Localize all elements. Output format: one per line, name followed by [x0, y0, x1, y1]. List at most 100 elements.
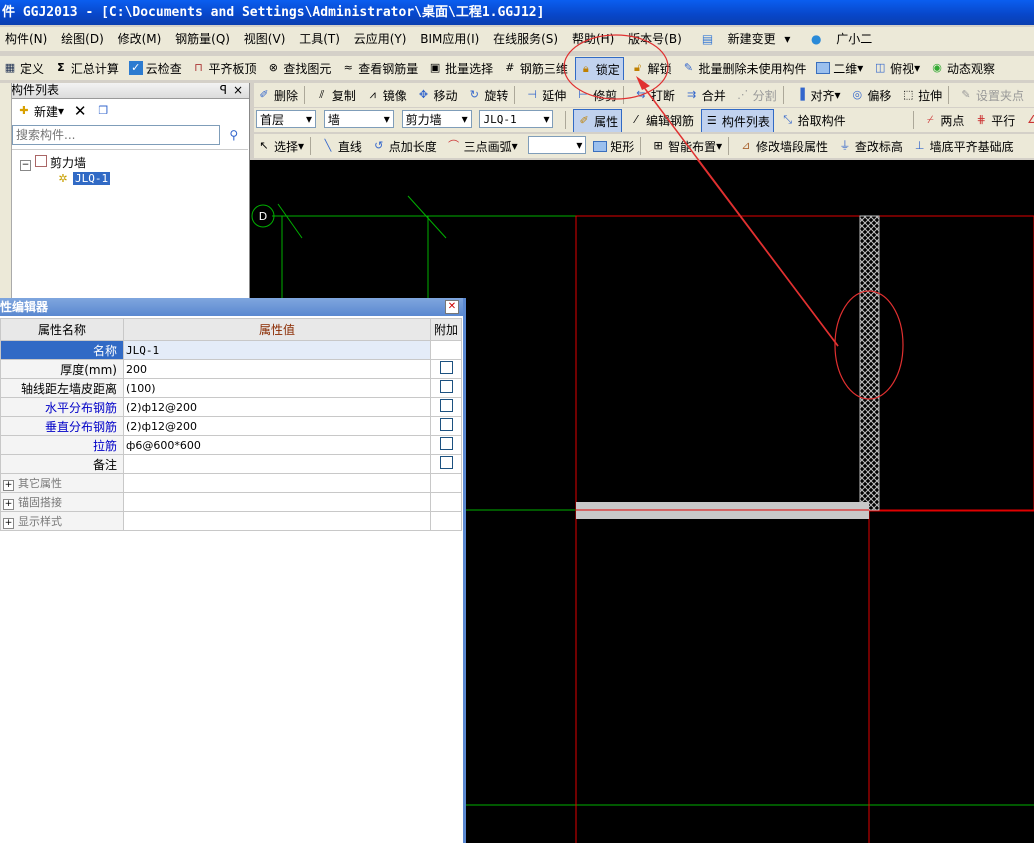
close-icon[interactable]: × — [233, 83, 243, 98]
group-other-properties[interactable]: + 其它属性 — [0, 473, 124, 493]
2d-view-dropdown[interactable]: 二维 ▾ — [813, 57, 866, 79]
extra-checkbox[interactable] — [439, 418, 453, 431]
rebar-3d-button[interactable]: # 钢筋三维 — [500, 57, 571, 79]
two-point-button[interactable]: ⌿ 两点 — [920, 109, 967, 131]
table-row[interactable]: 备注 — [0, 454, 462, 474]
batch-select-button[interactable]: ▣ 批量选择 — [425, 57, 496, 79]
edit-rebar-button[interactable]: ⁄ 编辑钢筋 — [626, 109, 697, 131]
copy-button[interactable]: ⫽ 复制 — [312, 84, 359, 106]
dynamic-view-button[interactable]: ◉ 动态观察 — [927, 57, 998, 79]
point-angle-button[interactable]: ∠点 — [1022, 109, 1034, 131]
row-tie-rebar-value[interactable]: ф6@600*600 — [123, 435, 431, 455]
top-view-dropdown[interactable]: ◫ 俯视 ▾ — [870, 57, 923, 79]
mirror-button[interactable]: ⩘ 镜像 — [363, 84, 410, 106]
component-select[interactable]: JLQ-1 ▾ — [479, 110, 554, 128]
type-select[interactable]: 墙 ▾ — [323, 110, 394, 128]
define-button[interactable]: ▦ 定义 — [0, 57, 47, 79]
search-icon[interactable]: ⚲ — [224, 125, 244, 145]
extra-checkbox[interactable] — [439, 361, 453, 374]
menu-modify[interactable]: 修改(M) — [113, 27, 167, 51]
table-row[interactable]: + 其它属性 — [0, 473, 462, 493]
menu-component[interactable]: 构件(N) — [0, 27, 52, 51]
align-slab-top-button[interactable]: ⊓ 平齐板顶 — [189, 57, 260, 79]
menu-online[interactable]: 在线服务(S) — [488, 27, 563, 51]
delete-button[interactable]: ✐ 删除 — [254, 84, 301, 106]
property-button[interactable]: ✐ 属性 — [573, 109, 623, 132]
subtype-select[interactable]: 剪力墙 ▾ — [401, 110, 472, 128]
offset-button[interactable]: ◎ 偏移 — [847, 84, 894, 106]
expand-icon[interactable]: + — [3, 480, 14, 491]
extra-checkbox[interactable] — [439, 399, 453, 412]
find-element-button[interactable]: ⊗ 查找图元 — [263, 57, 334, 79]
row-remark-value[interactable] — [123, 454, 431, 474]
table-row[interactable]: 拉筋 ф6@600*600 — [0, 435, 462, 455]
expand-icon[interactable]: + — [3, 518, 14, 529]
arc-option-select[interactable]: ▾ — [528, 136, 587, 154]
delete-component-button[interactable]: ✕ — [71, 100, 90, 122]
menu-draw[interactable]: 绘图(D) — [56, 27, 109, 51]
rectangle-button[interactable]: 矩形 — [590, 135, 637, 157]
summary-calc-button[interactable]: Σ 汇总计算 — [51, 57, 122, 79]
smart-layout-button[interactable]: ⊞ 智能布置 ▾ — [648, 135, 725, 157]
row-name-value[interactable]: JLQ-1 — [123, 340, 431, 360]
row-axis-offset-value[interactable]: (100) — [123, 378, 431, 398]
wall-bottom-align-button[interactable]: ⊥ 墙底平齐基础底 — [910, 135, 1017, 157]
lock-button[interactable]: 🔒︎ 锁定 — [574, 57, 624, 80]
align-button[interactable]: ▐ 对齐 ▾ — [790, 84, 843, 106]
row-horizontal-rebar-value[interactable]: (2)ф12@200 — [123, 397, 431, 417]
table-row[interactable]: 轴线距左墙皮距离 (100) — [0, 378, 462, 398]
check-elevation-button[interactable]: ⏚ 查改标高 — [835, 135, 906, 157]
unlock-button[interactable]: 🔓︎ 解锁 — [628, 57, 675, 79]
modify-wall-segment-button[interactable]: ⊿ 修改墙段属性 — [736, 135, 831, 157]
table-row[interactable]: + 显示样式 — [0, 511, 462, 531]
collapse-icon[interactable]: − — [20, 160, 31, 171]
menu-help[interactable]: 帮助(H) — [567, 27, 619, 51]
select-button[interactable]: ↖ 选择 ▾ — [254, 135, 307, 157]
group-display-style[interactable]: + 显示样式 — [0, 511, 124, 531]
menu-assistant[interactable]: ● 广小二 — [799, 27, 882, 51]
table-row[interactable]: 名称 JLQ-1 — [0, 340, 462, 360]
merge-button[interactable]: ⇉ 合并 — [682, 84, 729, 106]
extra-checkbox[interactable] — [439, 380, 453, 393]
row-thickness-value[interactable]: 200 — [123, 359, 431, 379]
table-row[interactable]: 垂直分布钢筋 (2)ф12@200 — [0, 416, 462, 436]
menu-version[interactable]: 版本号(B) — [623, 27, 687, 51]
expand-icon[interactable]: + — [3, 499, 14, 510]
extend-button[interactable]: ⊣ 延伸 — [522, 84, 569, 106]
three-point-arc-button[interactable]: ⌒ 三点画弧 ▾ — [444, 135, 521, 157]
extra-checkbox[interactable] — [439, 437, 453, 450]
pin-icon[interactable]: ꟼ — [220, 83, 227, 98]
copy-component-button[interactable]: ❐ — [93, 100, 116, 122]
table-row[interactable]: 厚度(mm) 200 — [0, 359, 462, 379]
set-grip-button[interactable]: ✎ 设置夹点 — [956, 84, 1027, 106]
batch-delete-unused-button[interactable]: ✎ 批量删除未使用构件 — [678, 57, 809, 79]
property-editor-close-icon[interactable]: ✕ — [445, 300, 459, 314]
break-button[interactable]: ⇆ 打断 — [631, 84, 678, 106]
tree-root[interactable]: − 剪力墙 — [20, 154, 86, 171]
trim-button[interactable]: ⊢ 修剪 — [573, 84, 620, 106]
new-component-button[interactable]: ✚ 新建 ▾ — [14, 100, 67, 122]
line-button[interactable]: ╲ 直线 — [318, 135, 365, 157]
menu-new-change[interactable]: ▤ 新建变更 ▾ — [691, 27, 796, 51]
menu-bim[interactable]: BIM应用(I) — [415, 27, 484, 51]
table-row[interactable]: 水平分布钢筋 (2)ф12@200 — [0, 397, 462, 417]
pick-component-button[interactable]: ⤡ 拾取构件 — [778, 109, 849, 131]
group-anchorage-lap[interactable]: + 锚固搭接 — [0, 492, 124, 512]
split-button[interactable]: ⋰ 分割 — [733, 84, 780, 106]
menu-cloud[interactable]: 云应用(Y) — [349, 27, 412, 51]
view-rebar-button[interactable]: ≈ 查看钢筋量 — [338, 57, 421, 79]
point-length-button[interactable]: ↺ 点加长度 — [369, 135, 440, 157]
row-vertical-rebar-value[interactable]: (2)ф12@200 — [123, 416, 431, 436]
table-row[interactable]: + 锚固搭接 — [0, 492, 462, 512]
menu-tools[interactable]: 工具(T) — [294, 27, 345, 51]
floor-select[interactable]: 首层 ▾ — [256, 110, 316, 128]
stretch-button[interactable]: ⬚ 拉伸 — [898, 84, 945, 106]
menu-view[interactable]: 视图(V) — [239, 27, 291, 51]
menu-rebar-quantity[interactable]: 钢筋量(Q) — [170, 27, 235, 51]
component-list-button[interactable]: ☰ 构件列表 — [700, 109, 774, 132]
rotate-button[interactable]: ↻ 旋转 — [464, 84, 511, 106]
search-input[interactable] — [12, 125, 220, 145]
parallel-button[interactable]: ⋕ 平行 — [971, 109, 1018, 131]
tree-item-jlq1[interactable]: ✲ JLQ-1 — [56, 171, 111, 186]
cloud-check-button[interactable]: ✓ 云检查 — [126, 57, 185, 79]
